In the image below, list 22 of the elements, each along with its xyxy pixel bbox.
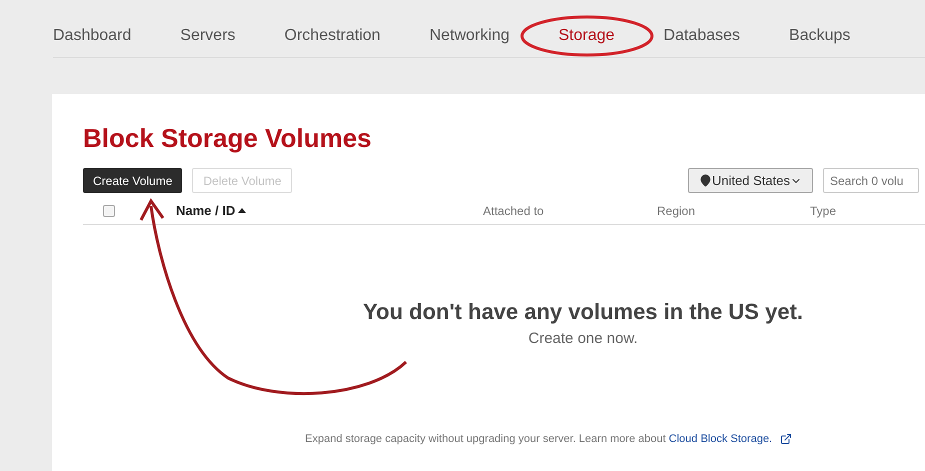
- column-header[interactable]: Region: [657, 202, 696, 220]
- nav-tab[interactable]: Networking: [429, 27, 510, 45]
- page-title: Block Storage Volumes: [83, 122, 372, 154]
- nav-tab[interactable]: Backups: [789, 27, 850, 45]
- nav-tab[interactable]: Dashboard: [53, 27, 132, 45]
- empty-heading: You don't have any volumes in the US yet.: [362, 298, 804, 326]
- external-link-icon: [780, 432, 792, 445]
- nav-tab[interactable]: Orchestration: [284, 27, 380, 45]
- create-button[interactable]: Create Volume: [83, 168, 182, 193]
- nav-tab[interactable]: Storage: [558, 27, 615, 45]
- create-link[interactable]: Create one now.: [528, 328, 638, 350]
- select-all-checkbox[interactable]: [103, 204, 115, 216]
- column-header[interactable]: Type: [810, 202, 836, 220]
- column-header[interactable]: Name / ID: [176, 200, 236, 220]
- region-dropdown[interactable]: United States: [688, 168, 813, 193]
- nav-tab[interactable]: Databases: [664, 27, 740, 45]
- map-pin-icon: [698, 174, 712, 187]
- footer-text: Expand storage capacity without upgrading your server. Learn more about: [305, 432, 666, 446]
- nav-tab[interactable]: Servers: [180, 27, 236, 45]
- search-field[interactable]: Search 0 volu: [823, 168, 919, 193]
- learn-more-link[interactable]: Cloud Block Storage.: [668, 430, 772, 447]
- column-header[interactable]: Attached to: [483, 202, 544, 220]
